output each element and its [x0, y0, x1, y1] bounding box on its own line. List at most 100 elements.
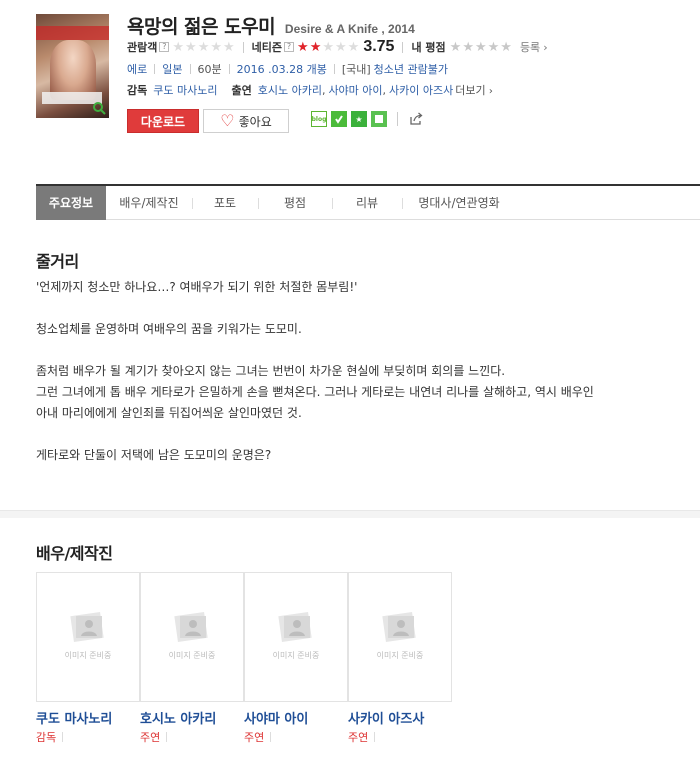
blog-share-icon[interactable]: blog — [311, 111, 327, 127]
tab-ratings[interactable]: 평점 — [258, 186, 332, 220]
cast-card[interactable]: 이미지 준비중 쿠도 마사노리 감독 — [36, 572, 140, 745]
cast-role: 주연 — [140, 729, 244, 745]
download-button[interactable]: 다운로드 — [127, 109, 199, 133]
synopsis-line: '언제까지 청소만 하나요…? 여배우가 되기 위한 처절한 몸부림!' — [36, 280, 358, 294]
cast-name[interactable]: 사야마 아이 — [244, 708, 348, 727]
image-pending-text: 이미지 준비중 — [376, 650, 424, 660]
synopsis-spacer — [36, 298, 676, 319]
my-rating-stars[interactable]: ★ ★ ★ ★ ★ — [450, 41, 512, 54]
director-label: 감독 — [127, 84, 148, 97]
person-placeholder-icon — [382, 611, 416, 642]
synopsis-line: 게타로와 단둘이 저택에 남은 도모미의 운명은? — [36, 448, 272, 462]
country-link[interactable]: 일본 — [162, 61, 182, 77]
share-bar: blog ★ — [311, 111, 424, 127]
credit-row: 감독 쿠도 마사노리 출연 호시노 아카리, 사야마 아이, 사카이 아즈사 더… — [127, 82, 493, 98]
tab-reviews[interactable]: 리뷰 — [332, 186, 402, 220]
section-divider — [0, 510, 700, 518]
synopsis-line: 좀처럼 배우가 될 계기가 찾아오지 않는 그녀는 번번이 차가운 현실에 부딪… — [36, 364, 506, 378]
movie-poster[interactable] — [36, 14, 109, 118]
star-empty-icon: ★ — [474, 39, 487, 55]
star-share-icon[interactable]: ★ — [351, 111, 367, 127]
cast-link-1[interactable]: 호시노 아카리 — [258, 82, 322, 98]
band-glyph — [335, 115, 343, 124]
cast-photo[interactable]: 이미지 준비중 — [140, 572, 244, 702]
cast-card[interactable]: 이미지 준비중 사야마 아이 주연 — [244, 572, 348, 745]
synopsis-line: 그런 그녀에게 톱 배우 게타로가 은밀하게 손을 뻗쳐온다. 그러나 게타로는… — [36, 385, 594, 399]
cast-name[interactable]: 쿠도 마사노리 — [36, 708, 140, 727]
netizen-rating-label: 네티즌 — [251, 41, 283, 54]
person-placeholder-icon — [278, 611, 312, 642]
release-date-link[interactable]: 2016 .03.28 개봉 — [237, 61, 327, 77]
divider — [242, 41, 244, 53]
netizen-score: 3.75 — [363, 38, 395, 55]
star-empty-icon: ★ — [197, 39, 210, 55]
tab-photo[interactable]: 포토 — [192, 186, 258, 220]
image-pending-text: 이미지 준비중 — [168, 650, 216, 660]
tab-quotes-related[interactable]: 명대사/연관영화 — [402, 186, 516, 220]
star-empty-icon: ★ — [223, 39, 235, 55]
synopsis-line: 아내 마리에에게 살인죄를 뒤집어씌운 살인마였던 것. — [36, 406, 302, 420]
synopsis-spacer — [36, 340, 676, 361]
tab-main-info[interactable]: 주요정보 — [36, 186, 106, 220]
star-empty-icon: ★ — [500, 39, 512, 55]
divider — [402, 41, 404, 53]
cast-heading: 배우/제작진 — [36, 544, 113, 563]
magnify-icon[interactable] — [92, 101, 106, 115]
synopsis-spacer — [36, 424, 676, 445]
person-placeholder-icon — [70, 611, 104, 642]
star-empty-icon: ★ — [487, 39, 500, 55]
star-empty-icon: ★ — [210, 39, 222, 55]
meta-row: 에로 일본 60분 2016 .03.28 개봉 [국내] 청소년 관람불가 — [127, 61, 448, 77]
help-icon[interactable]: ? — [159, 42, 170, 52]
rating-row: 관람객 ? ★ ★ ★ ★ ★ 네티즌 ? ★ ★ ★ ★ ★ 3.75 내 평점 ★ ★ ★ ★ ★ … — [127, 38, 548, 56]
person-placeholder-icon — [174, 611, 208, 642]
heart-icon: ♡ — [220, 111, 235, 130]
star-filled-icon: ★ — [297, 39, 309, 55]
divider — [154, 64, 156, 74]
genre-link[interactable]: 에로 — [127, 61, 147, 77]
cast-role: 감독 — [36, 729, 140, 745]
rating-region: [국내] — [341, 63, 371, 76]
cast-photo[interactable]: 이미지 준비중 — [244, 572, 348, 702]
cast-label: 출연 — [231, 84, 252, 97]
cast-link-2[interactable]: 사야마 아이 — [328, 82, 382, 98]
star-empty-icon: ★ — [335, 39, 347, 55]
divider — [228, 64, 230, 74]
star-empty-icon: ★ — [185, 39, 197, 55]
movie-english-title: Desire & A Knife , 2014 — [284, 22, 415, 36]
divider — [397, 112, 398, 126]
tab-bar: 주요정보 배우/제작진 포토 평점 리뷰 명대사/연관영화 — [36, 184, 700, 220]
netizen-stars: ★ ★ ★ ★ ★ — [297, 41, 359, 54]
movie-title: 욕망의 젊은 도우미 — [127, 16, 276, 38]
tab-cast-crew[interactable]: 배우/제작진 — [106, 186, 192, 220]
register-rating-link[interactable]: 등록 — [520, 39, 548, 55]
director-link[interactable]: 쿠도 마사노리 — [153, 82, 217, 98]
comma: , — [382, 83, 387, 97]
like-button[interactable]: ♡ 좋아요 — [203, 109, 289, 133]
band-share-icon[interactable] — [331, 111, 347, 127]
synopsis-body: '언제까지 청소만 하나요…? 여배우가 되기 위한 처절한 몸부림!' 청소업… — [36, 277, 676, 466]
comma: , — [321, 83, 326, 97]
more-credits-link[interactable]: 더보기 — [455, 82, 493, 98]
star-empty-icon: ★ — [322, 39, 334, 55]
cast-list: 이미지 준비중 쿠도 마사노리 감독 이미지 준비중 호시노 아카리 주연 이미… — [36, 572, 452, 745]
synopsis-heading: 줄거리 — [36, 252, 79, 271]
share-icon[interactable] — [408, 111, 424, 127]
divider — [189, 64, 191, 74]
cast-link-3[interactable]: 사카이 아즈사 — [389, 82, 453, 98]
star-empty-icon: ★ — [462, 39, 474, 55]
audience-stars: ★ ★ ★ ★ ★ — [172, 41, 234, 54]
age-rating-link[interactable]: 청소년 관람불가 — [374, 61, 448, 77]
kakaostory-share-icon[interactable] — [371, 111, 387, 127]
help-icon[interactable]: ? — [284, 42, 295, 52]
star-filled-icon: ★ — [309, 39, 322, 55]
cast-card[interactable]: 이미지 준비중 사카이 아즈사 주연 — [348, 572, 452, 745]
cast-photo[interactable]: 이미지 준비중 — [348, 572, 452, 702]
cast-name[interactable]: 호시노 아카리 — [140, 708, 244, 727]
image-pending-text: 이미지 준비중 — [64, 650, 112, 660]
cast-photo[interactable]: 이미지 준비중 — [36, 572, 140, 702]
cast-name[interactable]: 사카이 아즈사 — [348, 708, 452, 727]
cast-role: 주연 — [244, 729, 348, 745]
cast-card[interactable]: 이미지 준비중 호시노 아카리 주연 — [140, 572, 244, 745]
audience-rating-label: 관람객 — [127, 41, 158, 54]
